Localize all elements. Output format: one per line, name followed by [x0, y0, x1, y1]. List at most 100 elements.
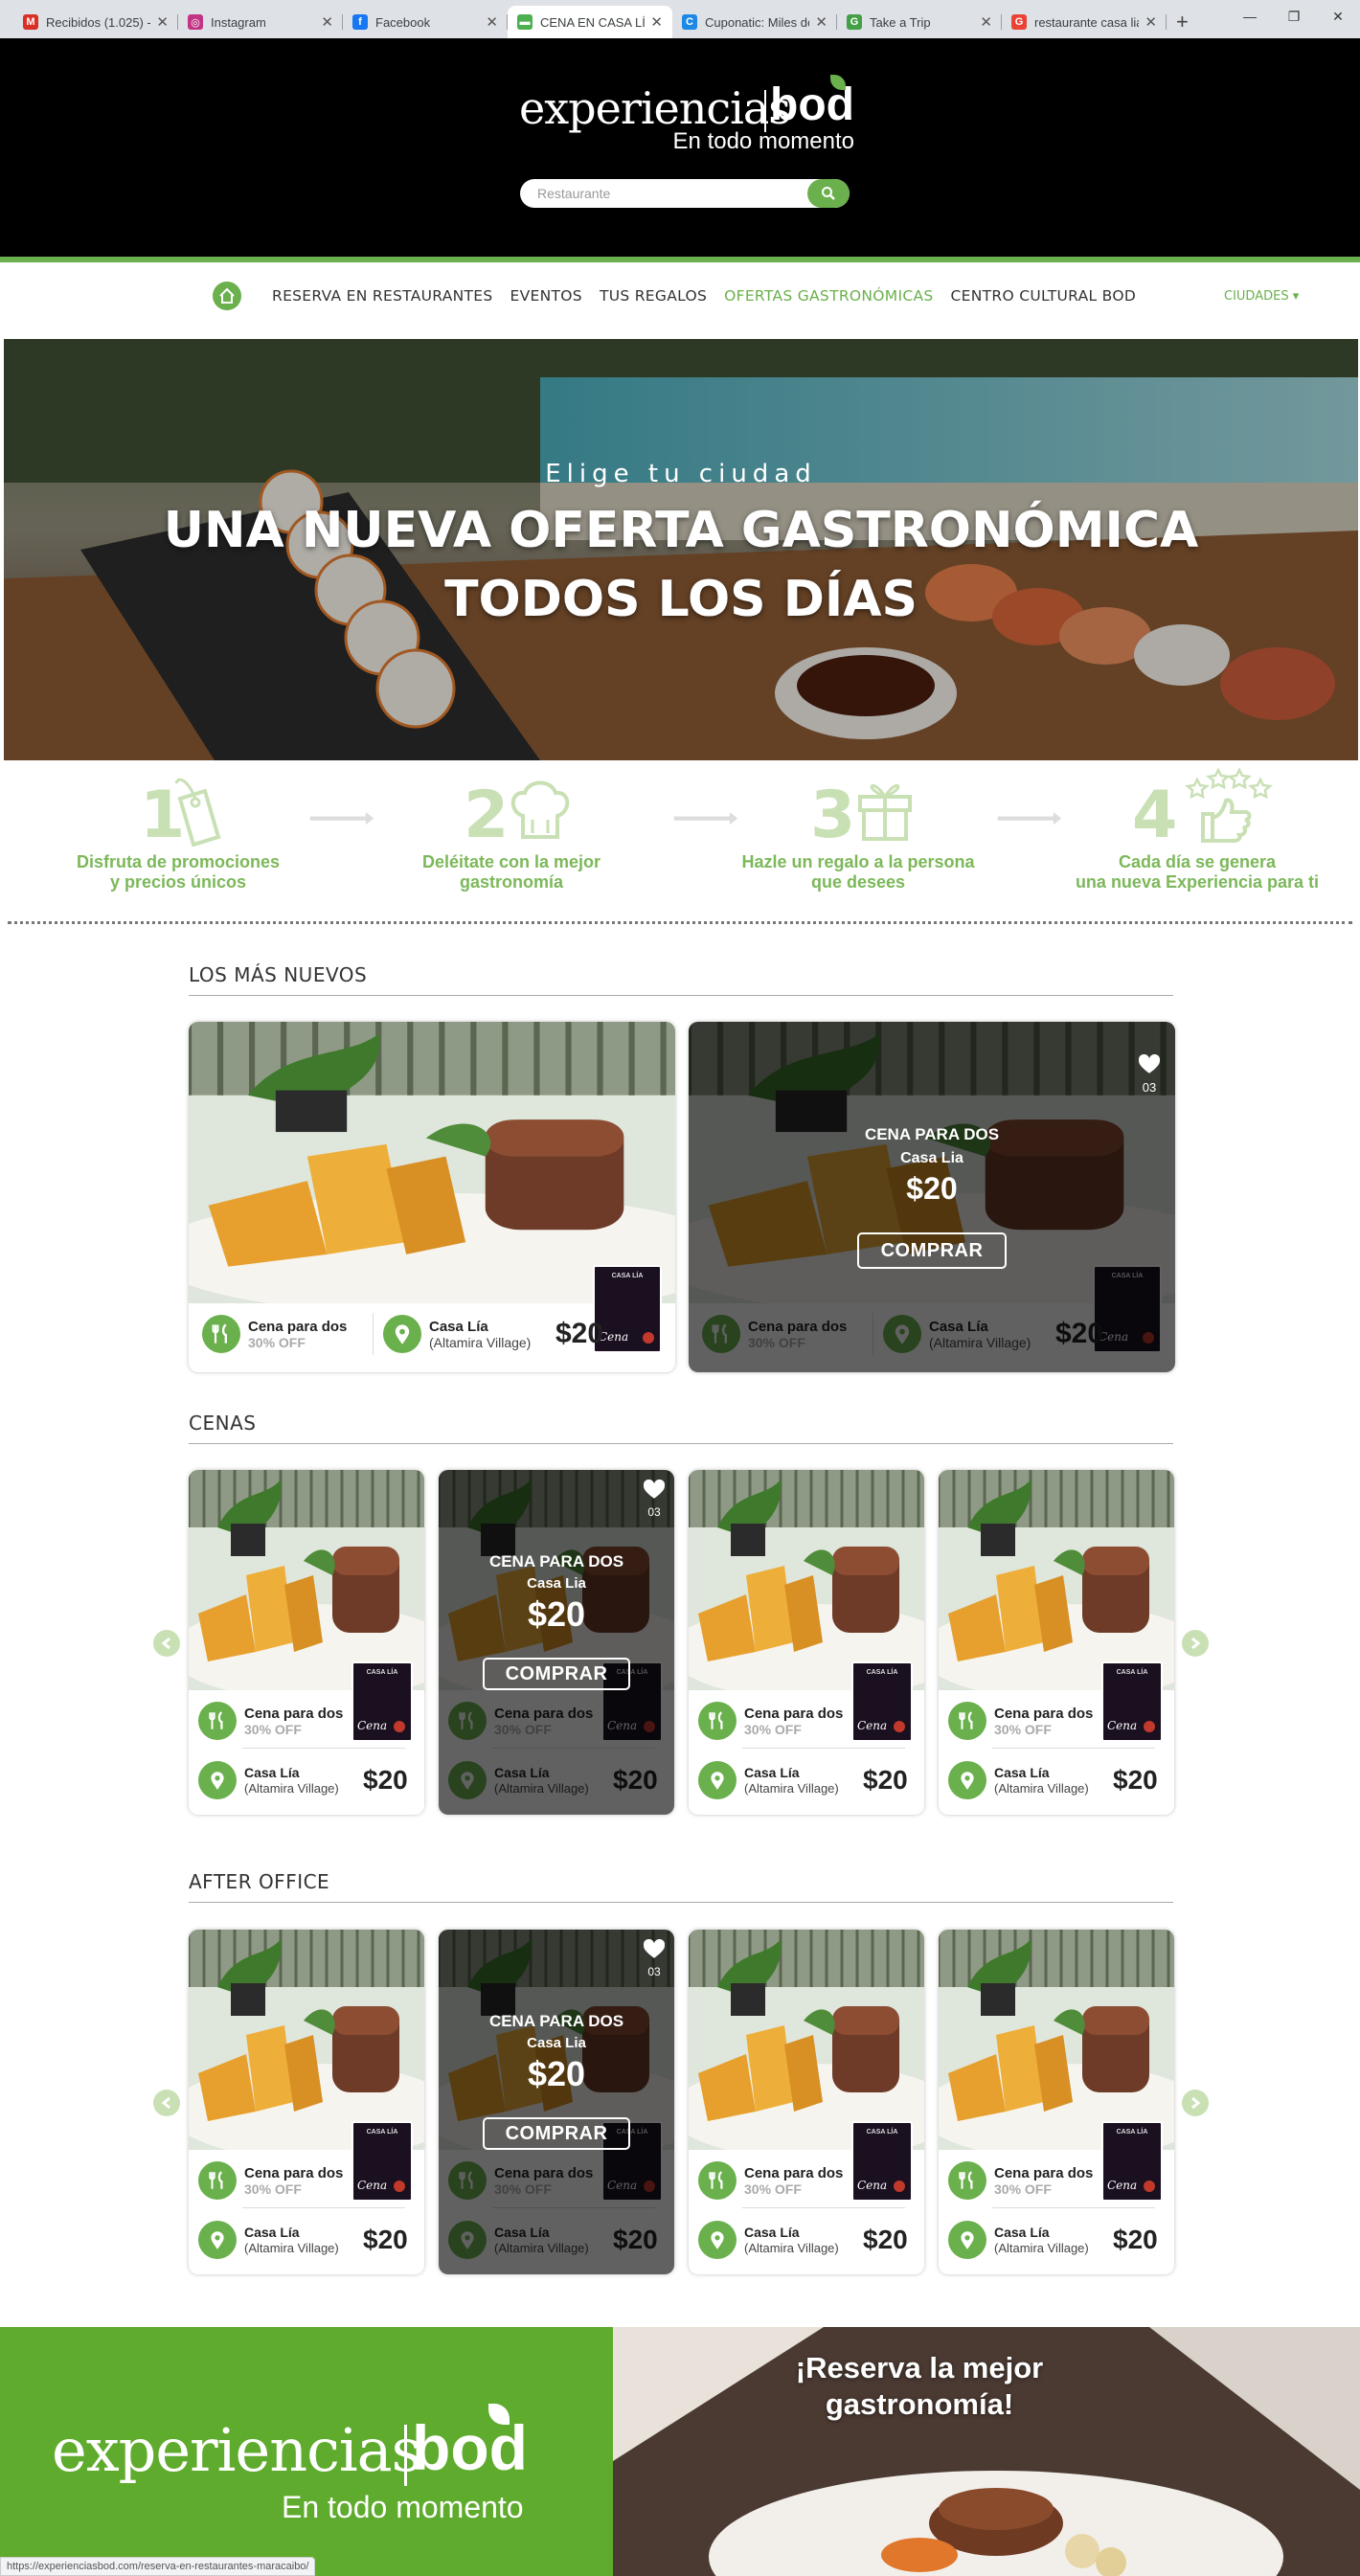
location-badge: [383, 1315, 421, 1353]
browser-tab[interactable]: ◎ Instagram ✕: [178, 6, 343, 38]
footer-banner: experiencias bod En todo momento ¡Reserv…: [0, 2327, 1360, 2576]
buy-button[interactable]: COMPRAR: [483, 1658, 630, 1690]
how-it-works: 1 Disfruta de promociones y precios único…: [0, 766, 1360, 910]
chevron-left-icon: [161, 1637, 170, 1650]
minimize-icon[interactable]: —: [1228, 0, 1272, 33]
hero-headline: UNA NUEVA OFERTA GASTRONÓMICA TODOS LOS …: [4, 496, 1358, 634]
offer-discount: 30% OFF: [248, 1334, 306, 1350]
arrow-right-icon: [997, 812, 1062, 825]
offer-area: (Altamira Village): [429, 1334, 532, 1350]
carousel-prev-button[interactable]: [153, 1630, 180, 1657]
carousel-next-button[interactable]: [1182, 1630, 1209, 1657]
offer-card[interactable]: CASA LÍACenaCena para dos30% OFFCasa Lía…: [189, 1470, 424, 1815]
like-button[interactable]: 03: [643, 1479, 666, 1519]
cutlery-icon: [709, 1711, 723, 1729]
section-title-newest: LOS MÁS NUEVOS: [189, 963, 1173, 996]
offer-card[interactable]: CASA LÍACenaCena para dos30% OFFCasa Lía…: [939, 1930, 1174, 2274]
new-tab-button[interactable]: +: [1176, 6, 1189, 38]
browser-tab[interactable]: G Take a Trip ✕: [837, 6, 1002, 38]
offer-discount: 30% OFF: [994, 1721, 1052, 1737]
offer-card[interactable]: CASA LÍACenaCena para dos30% OFFCasa Lía…: [939, 1470, 1174, 1815]
hero-headline-line2: TODOS LOS DÍAS: [444, 571, 918, 628]
close-tab-icon[interactable]: ✕: [980, 13, 992, 31]
nav-item[interactable]: OFERTAS GASTRONÓMICAS: [724, 287, 933, 305]
main-nav: RESERVA EN RESTAURANTES EVENTOS TUS REGALO…: [0, 262, 1360, 339]
cutlery-badge: [698, 1702, 737, 1740]
close-tab-icon[interactable]: ✕: [156, 13, 169, 31]
browser-tab[interactable]: Grestaurante casa lia ✕: [1002, 6, 1167, 38]
close-window-icon[interactable]: ✕: [1316, 0, 1360, 33]
offer-place: Casa Lía: [994, 1764, 1050, 1780]
arrow-right-icon: [309, 812, 374, 825]
offer-name: Cena para dos: [244, 1705, 344, 1722]
nav-item[interactable]: TUS REGALOS: [600, 287, 707, 305]
offer-card[interactable]: CASA LÍACenaCena para dos30% OFFCasa Lía…: [439, 1470, 674, 1815]
search-icon: [822, 187, 835, 200]
offer-card[interactable]: CASA LÍACenaCena para dos30% OFFCasa Lía…: [689, 1470, 924, 1815]
nav-item[interactable]: EVENTOS: [510, 287, 582, 305]
offer-price: $20: [555, 1318, 604, 1349]
offer-card[interactable]: CASA LÍACenaCena para dos30% OFFCasa Lía…: [439, 1930, 674, 2274]
offer-discount: 30% OFF: [244, 1721, 302, 1737]
location-badge: [948, 2221, 986, 2259]
logo-divider: [764, 90, 766, 132]
offer-area: (Altamira Village): [994, 2240, 1089, 2255]
cities-dropdown[interactable]: CIUDADES ▾: [1224, 289, 1299, 304]
location-pin-icon: [211, 2231, 224, 2249]
offer-card[interactable]: CASA LÍACenaCena para dos30% OFFCasa Lía…: [189, 1022, 675, 1372]
bod-icon: ▬: [517, 14, 533, 30]
buy-button[interactable]: COMPRAR: [857, 1232, 1007, 1269]
close-tab-icon[interactable]: ✕: [815, 13, 827, 31]
offer-name: Cena para dos: [994, 2164, 1094, 2181]
hero-kicker: Elige tu ciudad: [545, 460, 817, 488]
location-pin-icon: [961, 2231, 974, 2249]
cutlery-badge: [948, 2161, 986, 2200]
cutlery-icon: [709, 2171, 723, 2189]
browser-tab[interactable]: ▬ CENA EN CASA LÍA ✕: [508, 6, 672, 38]
thumbs-up-stars-icon: [1184, 767, 1274, 843]
nav-item[interactable]: CENTRO CULTURAL BOD: [951, 287, 1137, 305]
cutlery-badge: [698, 2161, 737, 2200]
offer-card[interactable]: CASA LÍACenaCena para dos30% OFFCasa Lía…: [689, 1022, 1175, 1372]
like-button[interactable]: 03: [643, 1938, 666, 1978]
browser-tab[interactable]: M Recibidos (1.025) - c ✕: [13, 6, 178, 38]
cutlery-badge: [202, 1315, 240, 1353]
like-button[interactable]: 03: [1138, 1053, 1161, 1095]
offer-place: Casa Lía: [744, 2224, 800, 2240]
location-pin-icon: [711, 2231, 724, 2249]
close-tab-icon[interactable]: ✕: [650, 13, 663, 31]
location-badge: [698, 2221, 737, 2259]
site-logo[interactable]: experiencias bod En todo momento: [519, 75, 854, 154]
footer-promo-panel: ¡Reserva la mejor gastronomía!: [613, 2327, 1360, 2576]
close-tab-icon[interactable]: ✕: [1145, 13, 1157, 31]
hero-headline-line1: UNA NUEVA OFERTA GASTRONÓMICA: [163, 502, 1199, 559]
close-tab-icon[interactable]: ✕: [486, 13, 498, 31]
close-tab-icon[interactable]: ✕: [321, 13, 333, 31]
offer-card[interactable]: CASA LÍACenaCena para dos30% OFFCasa Lía…: [689, 1930, 924, 2274]
carousel-next-button[interactable]: [1182, 2090, 1209, 2116]
browser-tab[interactable]: C Cuponatic: Miles de ✕: [672, 6, 837, 38]
offer-discount: 30% OFF: [744, 1721, 802, 1737]
offer-discount: 30% OFF: [244, 2181, 302, 2197]
search-bar: [520, 179, 850, 208]
location-pin-icon: [711, 1772, 724, 1790]
buy-button[interactable]: COMPRAR: [483, 2117, 630, 2150]
offer-area: (Altamira Village): [744, 1780, 839, 1796]
logo-text: experiencias: [519, 82, 791, 134]
offer-card[interactable]: CASA LÍACenaCena para dos30% OFFCasa Lía…: [189, 1930, 424, 2274]
tab-title: Cuponatic: Miles de: [705, 14, 810, 30]
home-icon: [219, 287, 235, 304]
window-controls: — ❐ ✕: [1228, 0, 1360, 33]
search-button[interactable]: [807, 179, 850, 208]
browser-tab[interactable]: f Facebook ✕: [343, 6, 508, 38]
search-input[interactable]: [520, 179, 798, 208]
gmail-icon: M: [23, 14, 38, 30]
restore-icon[interactable]: ❐: [1272, 0, 1316, 33]
overlay-place: Casa Lia: [527, 2035, 586, 2051]
home-button[interactable]: [213, 282, 241, 310]
offer-name: Cena para dos: [244, 2164, 344, 2181]
cutlery-icon: [959, 1711, 973, 1729]
carousel-prev-button[interactable]: [153, 2090, 180, 2116]
nav-item[interactable]: RESERVA EN RESTAURANTES: [272, 287, 493, 305]
cutlery-icon: [212, 1323, 227, 1344]
